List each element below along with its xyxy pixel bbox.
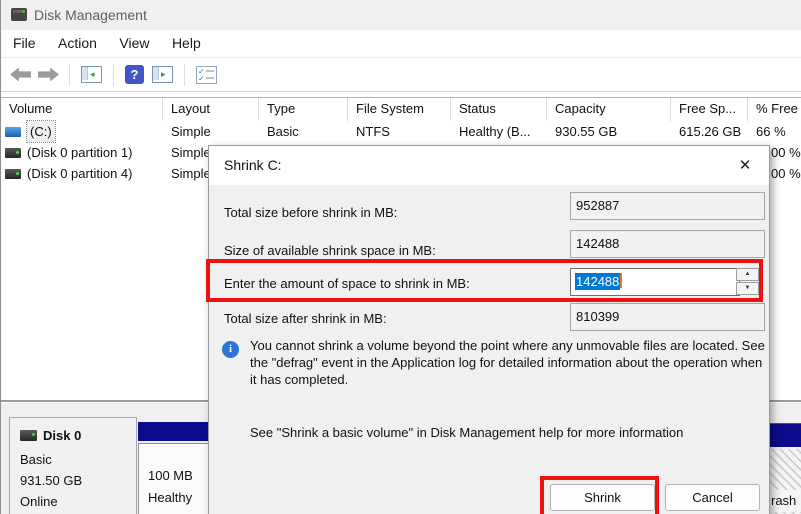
disk-status: Online <box>20 494 58 509</box>
col-layout[interactable]: Layout <box>163 98 259 121</box>
green-arrow-glyph: ◂ <box>90 68 95 81</box>
menu-file[interactable]: File <box>4 30 45 57</box>
table-row-c[interactable]: (C:) Simple Basic NTFS Healthy (B... 930… <box>1 121 801 142</box>
volume-table-header: Volume Layout Type File System Status Ca… <box>1 97 801 122</box>
cell-free-space: 615.26 GB <box>671 121 748 142</box>
dialog-title: Shrink C: <box>224 146 282 185</box>
volume-name: (Disk 0 partition 4) <box>27 163 132 184</box>
title-bar: Disk Management <box>1 0 801 30</box>
partition1-size: 100 MB <box>148 468 193 483</box>
annotation-box-shrink-button <box>540 476 659 514</box>
app-icon <box>11 8 27 21</box>
help-reference-text: See "Shrink a basic volume" in Disk Mana… <box>250 425 766 440</box>
label-total-after: Total size after shrink in MB: <box>224 310 387 328</box>
properties-checklist-icon[interactable]: ✓ ✓ <box>196 66 217 84</box>
volume-name: (C:) <box>27 121 55 142</box>
unmovable-files-note: You cannot shrink a volume beyond the po… <box>250 337 766 388</box>
menu-action[interactable]: Action <box>49 30 106 57</box>
show-console-tree-icon[interactable]: ◂ <box>81 66 102 83</box>
disk-icon <box>20 430 37 441</box>
cell-type: Basic <box>259 121 348 142</box>
col-status[interactable]: Status <box>451 98 547 121</box>
label-available-space: Size of available shrink space in MB: <box>224 242 436 260</box>
show-action-pane-icon[interactable]: ▸ <box>152 66 173 83</box>
col-file-system[interactable]: File System <box>348 98 451 121</box>
info-icon: i <box>222 341 239 358</box>
cancel-button[interactable]: Cancel <box>665 484 760 511</box>
window-title: Disk Management <box>34 0 147 30</box>
console-tree-bar <box>82 67 88 80</box>
cell-pct-free: 66 % <box>748 121 801 142</box>
label-total-before: Total size before shrink in MB: <box>224 204 397 222</box>
list-line <box>206 70 214 72</box>
col-capacity[interactable]: Capacity <box>547 98 671 121</box>
cell-file-system: NTFS <box>348 121 451 142</box>
menu-help[interactable]: Help <box>163 30 210 57</box>
back-icon[interactable] <box>10 68 31 82</box>
field-total-before: 952887 <box>570 192 765 220</box>
volume-icon <box>5 127 21 137</box>
annotation-box-shrink-input <box>206 259 763 302</box>
help-icon[interactable]: ? <box>125 65 144 84</box>
col-volume[interactable]: Volume <box>1 98 163 121</box>
toolbar-separator <box>184 64 185 86</box>
partition-c-label-fragment: rash <box>770 490 801 512</box>
disk-management-window: Disk Management File Action View Help ◂ … <box>0 0 801 514</box>
menu-bar: File Action View Help <box>1 30 801 58</box>
toolbar-separator <box>113 64 114 86</box>
disk-name: Disk 0 <box>43 428 81 443</box>
close-icon[interactable]: ✕ <box>733 154 757 178</box>
list-line <box>206 77 214 79</box>
partition-c-color-strip <box>769 423 801 447</box>
volume-name: (Disk 0 partition 1) <box>27 142 132 163</box>
toolbar: ◂ ? ▸ ✓ ✓ <box>1 58 801 92</box>
cell-status: Healthy (B... <box>451 121 547 142</box>
col-type[interactable]: Type <box>259 98 348 121</box>
field-available-space: 142488 <box>570 230 765 258</box>
partition1-status: Healthy <box>148 490 192 505</box>
disk-type: Basic <box>20 452 52 467</box>
green-play-glyph: ▸ <box>161 68 166 81</box>
forward-icon[interactable] <box>38 68 59 82</box>
toolbar-separator <box>69 64 70 86</box>
cell-layout: Simple <box>163 121 259 142</box>
cell-capacity: 930.55 GB <box>547 121 671 142</box>
volume-icon <box>5 169 21 179</box>
disk0-info-box[interactable]: Disk 0 Basic 931.50 GB Online <box>9 417 137 514</box>
disk-size: 931.50 GB <box>20 473 82 488</box>
shrink-dialog: Shrink C: ✕ Total size before shrink in … <box>208 145 770 514</box>
menu-view[interactable]: View <box>110 30 158 57</box>
volume-icon <box>5 148 21 158</box>
partition-c-block[interactable]: rash <box>769 449 801 514</box>
field-total-after: 810399 <box>570 303 765 331</box>
col-pct-free[interactable]: % Free <box>748 98 801 121</box>
check-glyph: ✓ <box>198 75 205 83</box>
action-pane-bar <box>153 67 159 80</box>
col-free-space[interactable]: Free Sp... <box>671 98 748 121</box>
dialog-title-bar: Shrink C: ✕ <box>209 146 769 185</box>
